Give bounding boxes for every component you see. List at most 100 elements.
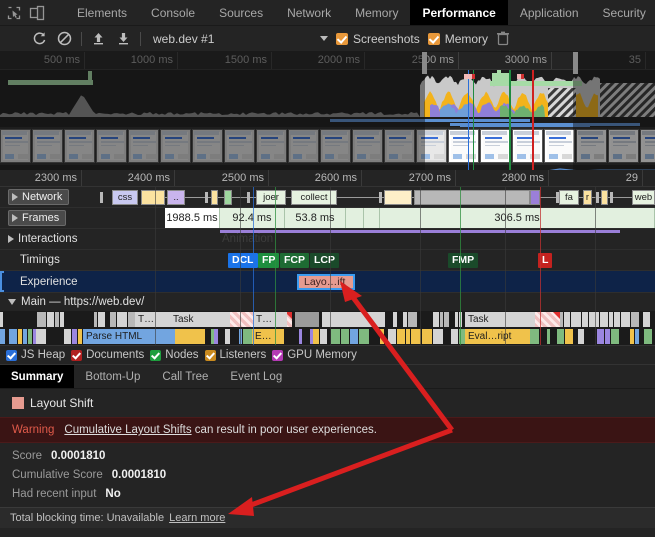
network-request[interactable]: [414, 190, 530, 205]
tab-security[interactable]: Security: [591, 0, 655, 25]
flame-block[interactable]: [621, 312, 630, 327]
ruler-tick[interactable]: [81, 170, 82, 186]
timing-marker-fcp[interactable]: FCP: [280, 253, 309, 268]
tab-application[interactable]: Application: [508, 0, 591, 25]
filmstrip-frame[interactable]: [96, 129, 127, 163]
checkbox-checked-icon[interactable]: [71, 349, 83, 361]
flame-block[interactable]: [643, 312, 650, 327]
frames-track-pill[interactable]: Frames: [8, 210, 67, 226]
flame-block[interactable]: [578, 329, 584, 344]
overview-marker-navigation-marker-green[interactable]: [472, 70, 475, 170]
overview-layout-shift-bar[interactable]: [516, 74, 524, 79]
flame-block[interactable]: [94, 312, 97, 327]
overview-tick[interactable]: [458, 52, 459, 69]
tab-bottom-up[interactable]: Bottom-Up: [74, 365, 151, 388]
flame-block[interactable]: [589, 312, 599, 327]
tab-event-log[interactable]: Event Log: [219, 365, 293, 388]
flame-block[interactable]: [78, 329, 82, 344]
flame-block[interactable]: [341, 329, 349, 344]
ruler-tick[interactable]: [642, 170, 643, 186]
flame-block-named[interactable]: E…: [252, 329, 284, 344]
overview-tick-label[interactable]: 35: [629, 54, 645, 66]
ruler-tick-label[interactable]: 2800 ms: [502, 172, 548, 184]
flame-block-named[interactable]: T…: [253, 312, 287, 327]
flame-block[interactable]: [459, 312, 462, 327]
network-request[interactable]: collect: [291, 190, 337, 205]
flame-block[interactable]: [98, 312, 105, 327]
record-icon[interactable]: [6, 30, 23, 47]
flame-block-named[interactable]: Eval…ript: [465, 329, 530, 344]
overview-marker-navigation-marker-red[interactable]: [532, 70, 534, 170]
experience-track-header[interactable]: Experience: [0, 271, 162, 292]
flame-block[interactable]: [600, 312, 608, 327]
overview-filmstrip[interactable]: [0, 127, 655, 165]
flame-block[interactable]: [630, 329, 634, 344]
ruler-tick[interactable]: [455, 170, 456, 186]
flame-block[interactable]: [433, 329, 443, 344]
overview-tick-label[interactable]: 500 ms: [44, 54, 84, 66]
ruler-tick[interactable]: [268, 170, 269, 186]
flame-block[interactable]: [380, 329, 384, 344]
frames-track-header[interactable]: Frames: [0, 208, 162, 228]
frame-block[interactable]: 306.5 ms: [380, 208, 655, 228]
overview-tick[interactable]: [645, 52, 646, 69]
ruler-tick-label[interactable]: 2600 ms: [315, 172, 361, 184]
flame-block[interactable]: [397, 329, 405, 344]
checkbox-checked-icon[interactable]: [204, 349, 216, 361]
main-flame-chart[interactable]: T… Task T… Task Parse HTML E… Eval…ript: [0, 311, 655, 345]
timeline-overview[interactable]: 500 ms 1000 ms 1500 ms 2000 ms 2500 ms 3000 m…: [0, 52, 655, 170]
network-request[interactable]: [211, 190, 218, 205]
clear-recording-icon[interactable]: [56, 30, 73, 47]
filmstrip-frame[interactable]: [192, 129, 223, 163]
timing-marker-fmp[interactable]: FMP: [448, 253, 479, 268]
inspect-element-icon[interactable]: [6, 5, 22, 21]
filmstrip-frame[interactable]: [0, 129, 31, 163]
overview-marker-navigation-marker-green2[interactable]: [509, 70, 511, 170]
checkbox-checked-icon[interactable]: [150, 349, 162, 361]
counter-nodes[interactable]: Nodes: [150, 349, 199, 361]
flame-block[interactable]: [605, 329, 610, 344]
frame-block[interactable]: 92.4 ms: [220, 208, 285, 228]
filmstrip-frame[interactable]: [320, 129, 351, 163]
profile-select[interactable]: web.dev #1: [153, 32, 328, 46]
flame-block[interactable]: [609, 312, 613, 327]
counter-label[interactable]: Listeners: [220, 349, 267, 361]
network-tick-mark[interactable]: [556, 192, 559, 203]
frame-block[interactable]: 53.8 ms: [285, 208, 346, 228]
network-track-pill[interactable]: Network: [8, 189, 70, 205]
overview-tick-label[interactable]: 2500 ms: [412, 54, 458, 66]
long-task-warning-icon[interactable]: [553, 312, 560, 319]
flame-block[interactable]: [37, 312, 46, 327]
flame-block[interactable]: [313, 329, 319, 344]
network-request[interactable]: fa: [559, 190, 579, 205]
flame-block[interactable]: [582, 312, 588, 327]
flame-block[interactable]: [55, 312, 59, 327]
flame-block[interactable]: [411, 329, 421, 344]
filmstrip-frame[interactable]: [384, 129, 415, 163]
network-request[interactable]: web: [632, 190, 655, 205]
overview-tick[interactable]: [177, 52, 178, 69]
network-request[interactable]: [530, 190, 540, 205]
tab-memory[interactable]: Memory: [343, 0, 410, 25]
flame-block[interactable]: [564, 312, 570, 327]
overview-tick-label[interactable]: 1500 ms: [225, 54, 271, 66]
filmstrip-frame[interactable]: [512, 129, 543, 163]
flame-block[interactable]: [455, 312, 458, 327]
network-tick-mark[interactable]: [596, 192, 599, 203]
overview-layout-shift-bar[interactable]: [464, 74, 476, 79]
network-request[interactable]: ..: [167, 190, 185, 205]
filmstrip-frame[interactable]: [256, 129, 287, 163]
counter-js-heap[interactable]: JS Heap: [6, 349, 65, 361]
timing-marker-l[interactable]: L: [538, 253, 553, 268]
track-timings[interactable]: DCL FP FCP LCP FMP L Timings: [0, 250, 655, 271]
layout-shift-event[interactable]: Layo…ift: [297, 274, 355, 290]
flame-block[interactable]: [18, 329, 22, 344]
overview-window-right-handle[interactable]: [572, 52, 578, 74]
timing-marker-dcl[interactable]: DCL: [228, 253, 258, 268]
overview-tick-label[interactable]: 3000 ms: [505, 54, 551, 66]
flame-block[interactable]: [530, 329, 539, 344]
flame-block[interactable]: [299, 329, 302, 344]
tab-elements[interactable]: Elements: [65, 0, 139, 25]
checkbox-checked-icon[interactable]: [272, 349, 284, 361]
flame-block[interactable]: [571, 312, 581, 327]
